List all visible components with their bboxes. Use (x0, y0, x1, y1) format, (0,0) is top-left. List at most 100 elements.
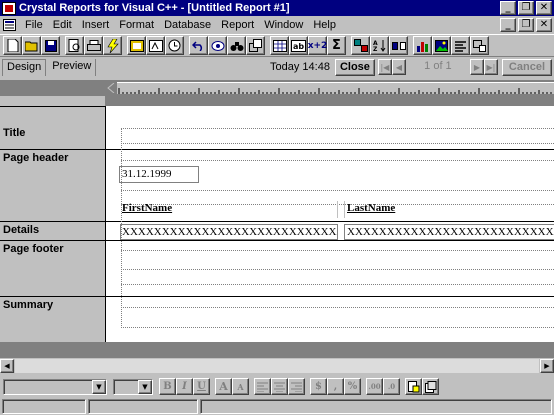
svg-text:ab: ab (293, 42, 304, 51)
italic-button[interactable]: I (176, 378, 193, 395)
scroll-left-icon[interactable]: ◀ (0, 359, 14, 373)
insert-summary-icon[interactable]: Σ (327, 36, 346, 55)
guide-line (121, 143, 554, 144)
decrease-font-button[interactable]: A (232, 378, 249, 395)
font-size-combo[interactable]: ▼ (113, 378, 153, 395)
detail-lastname-field[interactable]: XXXXXXXXXXXXXXXXXXXXXXXXXXXXXXXX (344, 224, 554, 240)
percent-icon[interactable]: % (344, 378, 361, 395)
guide-line (121, 250, 554, 251)
close-window-button[interactable]: ✕ (536, 1, 552, 15)
section-details-label[interactable]: Details (0, 221, 105, 240)
chart-icon[interactable] (413, 36, 432, 55)
doc-minimize-button[interactable]: _ (500, 17, 516, 32)
font-name-combo[interactable]: ▼ (3, 378, 107, 395)
guide-line (121, 307, 554, 308)
menu-file[interactable]: File (20, 19, 48, 31)
group-icon[interactable] (389, 36, 408, 55)
chevron-down-icon[interactable]: ▼ (138, 379, 152, 394)
restore-button[interactable]: ❐ (518, 1, 534, 15)
align-center-icon[interactable] (271, 378, 288, 395)
format-painter-icon[interactable] (405, 378, 422, 395)
align-icon[interactable] (451, 36, 470, 55)
print-date-field[interactable]: 31.12.1999 (119, 166, 199, 183)
formula-label: x+2 (307, 40, 328, 51)
close-preview-button[interactable]: Close (334, 58, 375, 76)
insert-text-icon[interactable]: ab (289, 36, 308, 55)
menu-database[interactable]: Database (159, 19, 216, 31)
header-lastname[interactable]: LastName (344, 201, 554, 218)
title-bar: Crystal Reports for Visual C++ - [Untitl… (0, 0, 554, 16)
ruler-left-marker-icon[interactable] (107, 83, 115, 93)
new-icon[interactable] (3, 36, 22, 55)
align-right-icon[interactable] (288, 378, 305, 395)
align-left-icon[interactable] (254, 378, 271, 395)
formula-icon[interactable] (146, 36, 165, 55)
currency-icon[interactable]: $ (310, 378, 327, 395)
document-icon[interactable] (3, 18, 16, 31)
menu-window[interactable]: Window (259, 19, 308, 31)
section-divider (106, 240, 554, 241)
guide-line (121, 327, 554, 328)
page-counter: 1 of 1 (424, 60, 452, 72)
tab-preview[interactable]: Preview (48, 58, 97, 76)
scroll-right-icon[interactable]: ▶ (540, 359, 554, 373)
resize-icon[interactable] (246, 36, 265, 55)
database-icon[interactable] (127, 36, 146, 55)
menu-format[interactable]: Format (114, 19, 159, 31)
insert-formula-icon[interactable]: x+2 (308, 36, 327, 55)
report-canvas[interactable]: 31.12.1999 FirstName LastName XXXXXXXXXX… (105, 106, 554, 342)
menu-insert[interactable]: Insert (77, 19, 115, 31)
doc-restore-button[interactable]: ❐ (518, 17, 534, 32)
horizontal-scrollbar[interactable]: ◀ ▶ (0, 358, 554, 374)
insert-database-field-icon[interactable] (270, 36, 289, 55)
first-page-icon[interactable]: |◀ (377, 59, 392, 75)
undo-icon[interactable] (189, 36, 208, 55)
print-preview-icon[interactable] (65, 36, 84, 55)
last-page-icon[interactable]: ▶| (483, 59, 498, 75)
save-icon[interactable] (41, 36, 60, 55)
section-summary-label[interactable]: Summary (0, 296, 105, 342)
next-page-icon[interactable]: ▶ (469, 59, 484, 75)
export-icon[interactable] (103, 36, 122, 55)
section-divider (106, 149, 554, 150)
chevron-down-icon[interactable]: ▼ (92, 379, 106, 394)
app-icon[interactable] (2, 1, 16, 15)
menu-report[interactable]: Report (216, 19, 259, 31)
underline-button[interactable]: U (193, 378, 210, 395)
minimize-button[interactable]: _ (500, 1, 516, 15)
doc-close-button[interactable]: ✕ (536, 17, 552, 32)
increase-font-button[interactable]: A (215, 378, 232, 395)
status-pane (200, 399, 552, 414)
thousands-separator-icon[interactable]: , (327, 378, 344, 395)
detail-firstname-field[interactable]: XXXXXXXXXXXXXXXXXXXXXXXXXXXXXX (120, 224, 338, 240)
increase-decimals-icon[interactable]: .00 (366, 378, 383, 395)
menu-bar: File Edit Insert Format Database Report … (0, 16, 554, 33)
guide-line (121, 269, 554, 270)
sort-icon[interactable]: AZ (370, 36, 389, 55)
scroll-track[interactable] (15, 359, 539, 373)
picture-icon[interactable] (432, 36, 451, 55)
bold-button[interactable]: B (159, 378, 176, 395)
menu-edit[interactable]: Edit (48, 19, 77, 31)
cancel-button[interactable]: Cancel (501, 58, 552, 76)
zoom-icon[interactable] (208, 36, 227, 55)
print-icon[interactable] (84, 36, 103, 55)
open-icon[interactable] (22, 36, 41, 55)
previous-page-icon[interactable]: ◀ (391, 59, 406, 75)
menu-help[interactable]: Help (308, 19, 341, 31)
box-icon[interactable] (470, 36, 489, 55)
horizontal-ruler[interactable] (117, 82, 554, 94)
find-icon[interactable] (227, 36, 246, 55)
paste-format-icon[interactable] (422, 378, 439, 395)
ruler-bar (0, 80, 554, 96)
tab-design[interactable]: Design (2, 58, 47, 76)
format-toolbar: ▼ ▼ B I U A A $ , % .00 .0 (0, 376, 554, 397)
refresh-icon[interactable] (165, 36, 184, 55)
section-divider (106, 221, 554, 222)
select-expert-icon[interactable] (351, 36, 370, 55)
section-title-label[interactable]: Title (0, 106, 105, 149)
header-firstname[interactable]: FirstName (121, 201, 338, 218)
section-page-header-label[interactable]: Page header (0, 149, 105, 221)
decrease-decimals-icon[interactable]: .0 (383, 378, 400, 395)
section-page-footer-label[interactable]: Page footer (0, 240, 105, 296)
